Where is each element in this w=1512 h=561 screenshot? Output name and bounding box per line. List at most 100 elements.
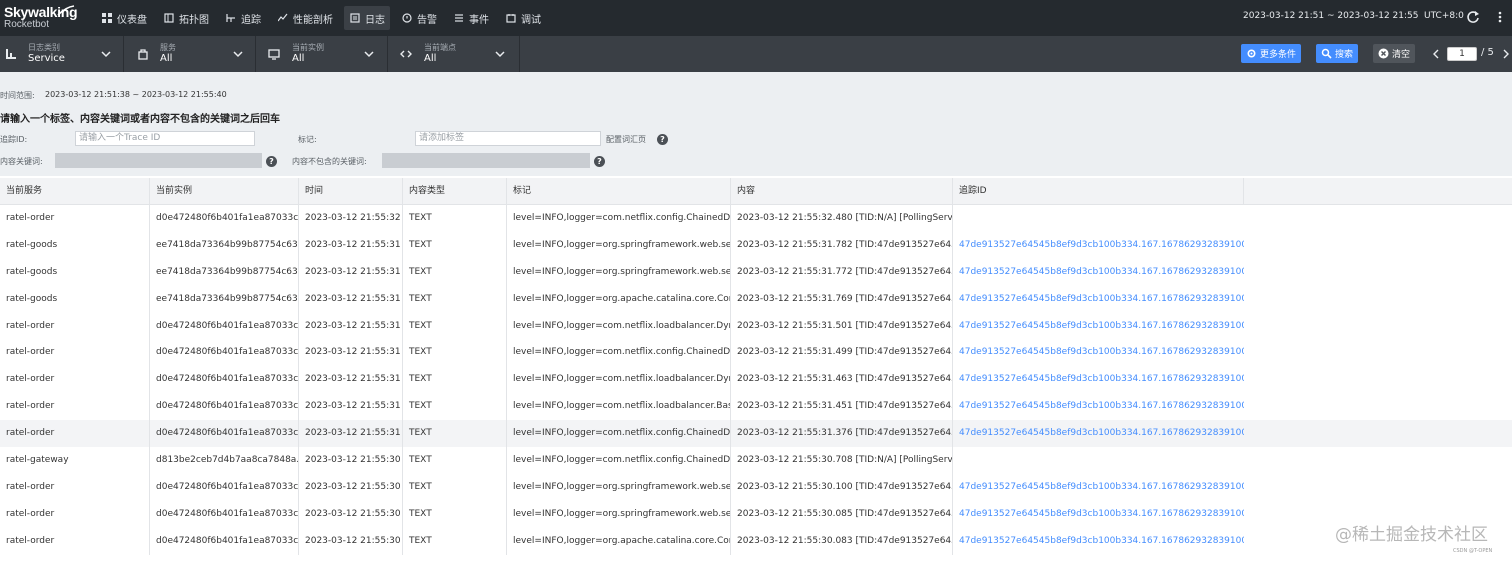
table-row[interactable]: ratel-goods ee7418da73364b99b87754c63... 2… [0, 231, 1512, 259]
table-row[interactable]: ratel-order d0e472480f6b401fa1ea87033c...… [0, 420, 1512, 448]
chevron-down-icon [364, 51, 374, 58]
cell-trace-id[interactable]: 47de913527e64545b8ef9d3cb100b334.167.167… [953, 474, 1244, 501]
search-button[interactable]: 搜索 [1316, 44, 1359, 63]
column-header-time: 时间 [299, 178, 403, 205]
button-label: 更多条件 [1260, 50, 1297, 60]
cell-current-service: ratel-order [0, 500, 150, 528]
exclude-keyword-input[interactable] [382, 153, 590, 168]
column-header-current-service: 当前服务 [0, 178, 150, 205]
log-category-select[interactable]: 日志类别 Service [0, 36, 124, 72]
search-panel: 时间范围: 2023-03-12 21:51:38 ~ 2023-03-12 2… [0, 72, 1512, 176]
endpoint-select[interactable]: 当前端点 All [388, 36, 520, 72]
cell-tags: level=INFO,logger=org.springframework.we… [507, 258, 731, 286]
table-row[interactable]: ratel-order d0e472480f6b401fa1ea87033c...… [0, 205, 1512, 232]
cell-current-service: ratel-goods [0, 258, 150, 286]
cell-content-type: TEXT [403, 231, 507, 259]
service-select[interactable]: 服务 All [124, 36, 256, 72]
clear-button[interactable]: 清空 [1373, 44, 1416, 63]
cell-content-type: TEXT [403, 447, 507, 474]
trace-id-input[interactable]: 请输入一个Trace ID [75, 131, 255, 146]
table-row[interactable]: ratel-order d0e472480f6b401fa1ea87033c...… [0, 473, 1512, 501]
table-row[interactable]: ratel-order d0e472480f6b401fa1ea87033c...… [0, 393, 1512, 421]
nav-item-event[interactable]: 事件 [448, 6, 494, 30]
table-row[interactable]: ratel-order d0e472480f6b401fa1ea87033c...… [0, 312, 1512, 340]
nav-item-profile[interactable]: 性能剖析 [272, 6, 338, 30]
column-header-content: 内容 [731, 178, 953, 205]
nav-item-topology[interactable]: 拓扑图 [158, 6, 214, 30]
cell-trace-id [953, 447, 1244, 474]
instance-select[interactable]: 当前实例 All [256, 36, 388, 72]
table-row[interactable]: ratel-order d0e472480f6b401fa1ea87033c...… [0, 366, 1512, 394]
help-icon[interactable]: ? [594, 156, 605, 167]
cell-time: 2023-03-12 21:55:30 [299, 447, 403, 474]
time-range-value[interactable]: 2023-03-12 21:51:38 ~ 2023-03-12 21:55:4… [45, 90, 227, 99]
table-body: ratel-order d0e472480f6b401fa1ea87033c...… [0, 205, 1512, 555]
nav-item-trace[interactable]: 追踪 [220, 6, 266, 30]
close-circle-icon [1378, 48, 1389, 59]
nav-item-debug[interactable]: 调试 [500, 6, 546, 30]
cell-current-service: ratel-order [0, 527, 150, 555]
reload-icon[interactable] [1466, 10, 1480, 24]
table-row[interactable]: ratel-gateway d813be2ceb7d4b7aa8ca7848a..… [0, 447, 1512, 474]
cell-content-type: TEXT [403, 473, 507, 501]
cell-content-type: TEXT [403, 205, 507, 232]
cell-trace-id[interactable]: 47de913527e64545b8ef9d3cb100b334.167.167… [953, 286, 1244, 313]
cell-current-instance: d0e472480f6b401fa1ea87033c... [150, 420, 299, 448]
time-range-label: 时间范围: [0, 91, 35, 100]
cell-trace-id[interactable]: 47de913527e64545b8ef9d3cb100b334.167.167… [953, 528, 1244, 555]
table-row[interactable]: ratel-goods ee7418da73364b99b87754c63... 2… [0, 258, 1512, 286]
debug-icon [505, 12, 517, 24]
prev-page-icon[interactable] [1432, 49, 1440, 59]
dashboard-icon [101, 12, 113, 24]
more-menu-icon[interactable] [1494, 10, 1506, 24]
global-time-range[interactable]: 2023-03-12 21:51 ~ 2023-03-12 21:55 [1243, 11, 1418, 21]
search-hint: 请输入一个标签、内容关键词或者内容不包含的关键词之后回车 [0, 114, 280, 125]
next-page-icon[interactable] [1502, 49, 1510, 59]
cell-content: 2023-03-12 21:55:31.782 [TID:47de913527e… [731, 231, 953, 259]
column-header-tags: 标记 [507, 178, 731, 205]
nav-item-log[interactable]: 日志 [344, 6, 390, 30]
page-number-input[interactable]: 1 [1447, 47, 1477, 61]
more-conditions-button[interactable]: 更多条件 [1241, 44, 1302, 63]
log-table: 当前服务 当前实例 时间 内容类型 标记 内容 追踪ID ratel-order d0e472… [0, 178, 1512, 555]
table-row[interactable]: ratel-order d0e472480f6b401fa1ea87033c...… [0, 500, 1512, 528]
cell-trace-id[interactable]: 47de913527e64545b8ef9d3cb100b334.167.167… [953, 393, 1244, 420]
table-row[interactable]: ratel-order d0e472480f6b401fa1ea87033c...… [0, 339, 1512, 367]
cell-trace-id[interactable]: 47de913527e64545b8ef9d3cb100b334.167.167… [953, 339, 1244, 366]
cell-content-type: TEXT [403, 420, 507, 448]
cell-time: 2023-03-12 21:55:32 [299, 205, 403, 232]
main-nav: 仪表盘 拓扑图 追踪 性能剖析 日志 告警 事件 调试 [96, 6, 552, 30]
cell-tags: level=INFO,logger=com.netflix.loadbalanc… [507, 393, 731, 421]
cell-trace-id[interactable]: 47de913527e64545b8ef9d3cb100b334.167.167… [953, 259, 1244, 286]
nav-label: 性能剖析 [293, 14, 333, 26]
select-value: All [424, 53, 437, 64]
cell-content: 2023-03-12 21:55:30.083 [TID:47de913527e… [731, 527, 953, 555]
cell-current-service: ratel-gateway [0, 447, 150, 474]
logo[interactable]: Skywalking Rocketbot [4, 5, 80, 33]
nav-item-alarm[interactable]: 告警 [396, 6, 442, 30]
logo-swoosh-icon [57, 5, 75, 16]
cell-time: 2023-03-12 21:55:30 [299, 473, 403, 501]
timezone[interactable]: UTC+8:0 [1424, 11, 1464, 21]
cell-content: 2023-03-12 21:55:31.463 [TID:47de913527e… [731, 366, 953, 394]
config-vocab-link[interactable]: 配置词汇页 [606, 134, 646, 145]
filter-bar: 日志类别 Service 服务 All 当前实例 All 当前端点 All 更多… [0, 36, 1512, 72]
table-row[interactable]: ratel-goods ee7418da73364b99b87754c63... 2… [0, 285, 1512, 313]
cell-content: 2023-03-12 21:55:31.501 [TID:47de913527e… [731, 312, 953, 340]
help-icon[interactable]: ? [657, 134, 668, 145]
cell-trace-id[interactable]: 47de913527e64545b8ef9d3cb100b334.167.167… [953, 501, 1244, 528]
cell-current-instance: ee7418da73364b99b87754c63... [150, 285, 299, 313]
cell-content: 2023-03-12 21:55:31.499 [TID:47de913527e… [731, 339, 953, 367]
tag-input[interactable]: 请添加标签 [415, 131, 601, 146]
log-icon [349, 12, 361, 24]
nav-item-dashboard[interactable]: 仪表盘 [96, 6, 152, 30]
cell-trace-id[interactable]: 47de913527e64545b8ef9d3cb100b334.167.167… [953, 420, 1244, 447]
cell-trace-id[interactable]: 47de913527e64545b8ef9d3cb100b334.167.167… [953, 232, 1244, 259]
cell-trace-id[interactable]: 47de913527e64545b8ef9d3cb100b334.167.167… [953, 313, 1244, 340]
keyword-input[interactable] [55, 153, 262, 168]
help-icon[interactable]: ? [266, 156, 277, 167]
cell-trace-id[interactable]: 47de913527e64545b8ef9d3cb100b334.167.167… [953, 366, 1244, 393]
table-row[interactable]: ratel-order d0e472480f6b401fa1ea87033c...… [0, 527, 1512, 555]
top-nav: Skywalking Rocketbot 仪表盘 拓扑图 追踪 性能剖析 日志 … [0, 0, 1512, 36]
search-icon [1321, 48, 1332, 59]
